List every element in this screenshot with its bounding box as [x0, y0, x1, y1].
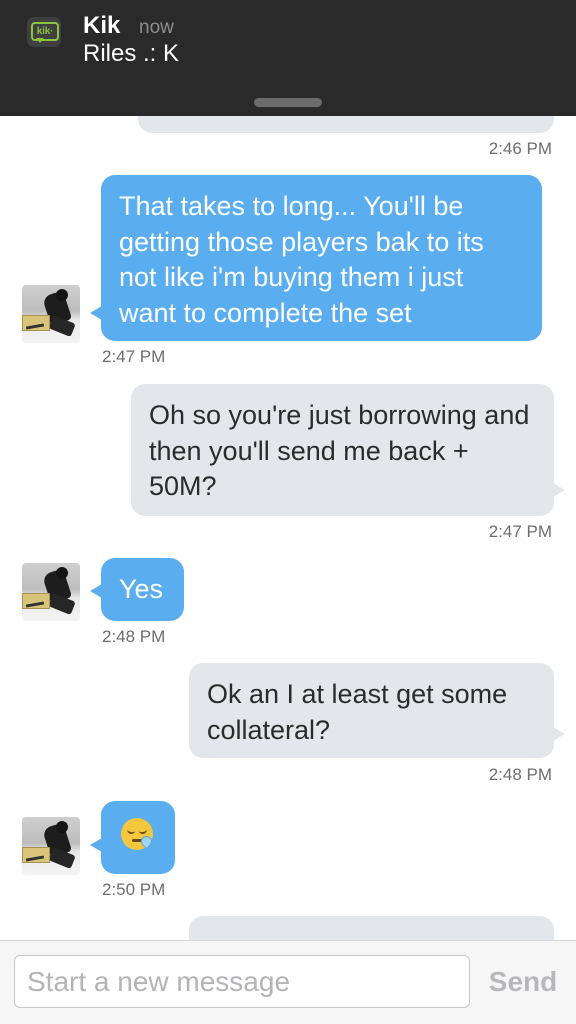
message-bubble-incoming[interactable]: [101, 801, 175, 874]
message-input[interactable]: [14, 955, 470, 1008]
message-timestamp: 2:47 PM: [488, 522, 552, 541]
banner-grabber-handle[interactable]: [254, 98, 322, 107]
message-timestamp: 2:48 PM: [102, 627, 166, 646]
message-bubble-outgoing-partial[interactable]: [189, 916, 554, 940]
message-text: That takes to long... You'll be getting …: [119, 191, 484, 328]
notification-time: now: [139, 17, 174, 38]
message-bubble-outgoing[interactable]: Oh so you're just borrowing and then you…: [131, 384, 554, 516]
notification-message: Riles .: K: [83, 40, 180, 67]
notification-app-name: Kik: [83, 12, 121, 39]
bubble-tail: [553, 483, 565, 497]
message-timestamp: 2:47 PM: [102, 347, 166, 366]
message-text: Oh so you're just borrowing and then you…: [149, 400, 530, 501]
send-button[interactable]: Send: [480, 955, 566, 1008]
conversation-view[interactable]: 2:46 PM That takes to long... You'll be …: [0, 0, 576, 940]
kik-app-icon: kik·: [27, 17, 61, 47]
message-bubble-incoming[interactable]: That takes to long... You'll be getting …: [101, 175, 542, 341]
notification-banner[interactable]: kik· Kik now Riles .: K: [0, 0, 576, 116]
contact-avatar[interactable]: [22, 563, 80, 621]
bubble-tail: [553, 727, 565, 741]
message-composer: Send: [0, 940, 576, 1024]
message-timestamp: 2:50 PM: [102, 880, 166, 899]
message-text: Yes: [119, 574, 164, 604]
message-timestamp: 2:48 PM: [488, 765, 552, 784]
contact-avatar[interactable]: [22, 285, 80, 343]
message-bubble-outgoing[interactable]: Ok an I at least get some collateral?: [189, 663, 554, 758]
message-timestamp: 2:46 PM: [488, 139, 552, 158]
message-text: Ok an I at least get some collateral?: [207, 679, 508, 745]
contact-avatar[interactable]: [22, 817, 80, 875]
sleepy-face-icon: [121, 817, 155, 850]
message-bubble-incoming[interactable]: Yes: [101, 558, 184, 621]
